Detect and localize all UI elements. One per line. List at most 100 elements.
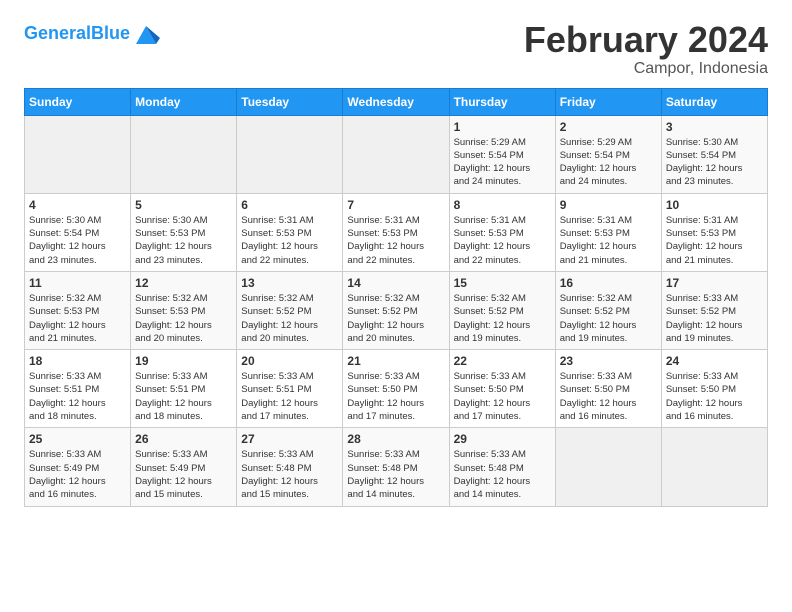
calendar-day-cell: 16 Sunrise: 5:32 AMSunset: 5:52 PMDayligh… (555, 271, 661, 349)
day-number: 25 (29, 432, 126, 446)
day-number: 12 (135, 276, 232, 290)
day-number: 19 (135, 354, 232, 368)
day-number: 6 (241, 198, 338, 212)
day-info: Sunrise: 5:30 AMSunset: 5:54 PMDaylight:… (29, 214, 126, 267)
day-info: Sunrise: 5:33 AMSunset: 5:48 PMDaylight:… (454, 448, 551, 501)
day-info: Sunrise: 5:33 AMSunset: 5:50 PMDaylight:… (666, 370, 763, 423)
day-number: 26 (135, 432, 232, 446)
calendar-day-cell: 24 Sunrise: 5:33 AMSunset: 5:50 PMDayligh… (661, 350, 767, 428)
day-number: 5 (135, 198, 232, 212)
calendar-day-cell: 5 Sunrise: 5:30 AMSunset: 5:53 PMDaylight… (131, 193, 237, 271)
day-info: Sunrise: 5:30 AMSunset: 5:54 PMDaylight:… (666, 136, 763, 189)
logo-text: GeneralBlue (24, 24, 130, 44)
day-number: 17 (666, 276, 763, 290)
day-number: 2 (560, 120, 657, 134)
calendar-day-cell: 25 Sunrise: 5:33 AMSunset: 5:49 PMDayligh… (25, 428, 131, 506)
day-number: 11 (29, 276, 126, 290)
day-info: Sunrise: 5:31 AMSunset: 5:53 PMDaylight:… (347, 214, 444, 267)
day-number: 13 (241, 276, 338, 290)
day-number: 20 (241, 354, 338, 368)
calendar-day-cell: 12 Sunrise: 5:32 AMSunset: 5:53 PMDayligh… (131, 271, 237, 349)
calendar-day-cell (237, 115, 343, 193)
calendar-day-cell: 28Sunrise: 5:33 AMSunset: 5:48 PMDayligh… (343, 428, 449, 506)
day-number: 18 (29, 354, 126, 368)
day-number: 3 (666, 120, 763, 134)
day-number: 29 (454, 432, 551, 446)
calendar-day-cell (343, 115, 449, 193)
day-number: 9 (560, 198, 657, 212)
day-info: Sunrise: 5:33 AMSunset: 5:51 PMDaylight:… (135, 370, 232, 423)
calendar-week-row: 11 Sunrise: 5:32 AMSunset: 5:53 PMDayligh… (25, 271, 768, 349)
day-info: Sunrise: 5:31 AMSunset: 5:53 PMDaylight:… (560, 214, 657, 267)
day-info: Sunrise: 5:31 AMSunset: 5:53 PMDaylight:… (666, 214, 763, 267)
day-header: Saturday (661, 88, 767, 115)
calendar-day-cell: 26 Sunrise: 5:33 AMSunset: 5:49 PMDayligh… (131, 428, 237, 506)
day-info: Sunrise: 5:33 AMSunset: 5:50 PMDaylight:… (454, 370, 551, 423)
calendar-day-cell (661, 428, 767, 506)
calendar-day-cell: 10Sunrise: 5:31 AMSunset: 5:53 PMDayligh… (661, 193, 767, 271)
calendar-header-row: SundayMondayTuesdayWednesdayThursdayFrid… (25, 88, 768, 115)
calendar-body: 1 Sunrise: 5:29 AMSunset: 5:54 PMDaylight… (25, 115, 768, 506)
day-header: Wednesday (343, 88, 449, 115)
day-info: Sunrise: 5:30 AMSunset: 5:53 PMDaylight:… (135, 214, 232, 267)
day-header: Tuesday (237, 88, 343, 115)
calendar-day-cell (25, 115, 131, 193)
day-info: Sunrise: 5:33 AMSunset: 5:49 PMDaylight:… (29, 448, 126, 501)
day-info: Sunrise: 5:33 AMSunset: 5:51 PMDaylight:… (241, 370, 338, 423)
day-header: Sunday (25, 88, 131, 115)
main-title: February 2024 (524, 20, 768, 60)
day-info: Sunrise: 5:32 AMSunset: 5:53 PMDaylight:… (135, 292, 232, 345)
day-info: Sunrise: 5:33 AMSunset: 5:48 PMDaylight:… (241, 448, 338, 501)
calendar-day-cell (131, 115, 237, 193)
day-info: Sunrise: 5:33 AMSunset: 5:51 PMDaylight:… (29, 370, 126, 423)
calendar-week-row: 25 Sunrise: 5:33 AMSunset: 5:49 PMDayligh… (25, 428, 768, 506)
day-info: Sunrise: 5:32 AMSunset: 5:52 PMDaylight:… (347, 292, 444, 345)
day-info: Sunrise: 5:32 AMSunset: 5:53 PMDaylight:… (29, 292, 126, 345)
day-info: Sunrise: 5:29 AMSunset: 5:54 PMDaylight:… (454, 136, 551, 189)
calendar-day-cell: 21 Sunrise: 5:33 AMSunset: 5:50 PMDayligh… (343, 350, 449, 428)
calendar-day-cell: 11 Sunrise: 5:32 AMSunset: 5:53 PMDayligh… (25, 271, 131, 349)
day-number: 4 (29, 198, 126, 212)
day-number: 16 (560, 276, 657, 290)
calendar-day-cell: 6 Sunrise: 5:31 AMSunset: 5:53 PMDaylight… (237, 193, 343, 271)
day-header: Monday (131, 88, 237, 115)
calendar-day-cell: 14 Sunrise: 5:32 AMSunset: 5:52 PMDayligh… (343, 271, 449, 349)
day-number: 7 (347, 198, 444, 212)
calendar-week-row: 1 Sunrise: 5:29 AMSunset: 5:54 PMDaylight… (25, 115, 768, 193)
logo-icon (132, 20, 160, 48)
subtitle: Campor, Indonesia (524, 60, 768, 78)
day-header: Friday (555, 88, 661, 115)
calendar-day-cell: 4 Sunrise: 5:30 AMSunset: 5:54 PMDaylight… (25, 193, 131, 271)
calendar-week-row: 4 Sunrise: 5:30 AMSunset: 5:54 PMDaylight… (25, 193, 768, 271)
calendar-day-cell: 22Sunrise: 5:33 AMSunset: 5:50 PMDayligh… (449, 350, 555, 428)
header: GeneralBlue February 2024 Campor, Indone… (24, 20, 768, 78)
day-number: 21 (347, 354, 444, 368)
day-info: Sunrise: 5:33 AMSunset: 5:48 PMDaylight:… (347, 448, 444, 501)
day-info: Sunrise: 5:33 AMSunset: 5:52 PMDaylight:… (666, 292, 763, 345)
day-number: 8 (454, 198, 551, 212)
calendar-day-cell: 8Sunrise: 5:31 AMSunset: 5:53 PMDaylight… (449, 193, 555, 271)
calendar-day-cell: 19 Sunrise: 5:33 AMSunset: 5:51 PMDayligh… (131, 350, 237, 428)
calendar-day-cell: 2Sunrise: 5:29 AMSunset: 5:54 PMDaylight… (555, 115, 661, 193)
logo: GeneralBlue (24, 20, 160, 48)
day-info: Sunrise: 5:33 AMSunset: 5:49 PMDaylight:… (135, 448, 232, 501)
day-info: Sunrise: 5:32 AMSunset: 5:52 PMDaylight:… (560, 292, 657, 345)
day-number: 24 (666, 354, 763, 368)
day-info: Sunrise: 5:33 AMSunset: 5:50 PMDaylight:… (347, 370, 444, 423)
day-number: 14 (347, 276, 444, 290)
calendar-table: SundayMondayTuesdayWednesdayThursdayFrid… (24, 88, 768, 507)
calendar-day-cell: 1 Sunrise: 5:29 AMSunset: 5:54 PMDaylight… (449, 115, 555, 193)
day-number: 27 (241, 432, 338, 446)
calendar-day-cell: 3 Sunrise: 5:30 AMSunset: 5:54 PMDaylight… (661, 115, 767, 193)
day-number: 1 (454, 120, 551, 134)
calendar-day-cell: 27 Sunrise: 5:33 AMSunset: 5:48 PMDayligh… (237, 428, 343, 506)
calendar-day-cell: 23Sunrise: 5:33 AMSunset: 5:50 PMDayligh… (555, 350, 661, 428)
day-header: Thursday (449, 88, 555, 115)
calendar-day-cell: 15 Sunrise: 5:32 AMSunset: 5:52 PMDayligh… (449, 271, 555, 349)
day-info: Sunrise: 5:32 AMSunset: 5:52 PMDaylight:… (454, 292, 551, 345)
day-info: Sunrise: 5:33 AMSunset: 5:50 PMDaylight:… (560, 370, 657, 423)
day-info: Sunrise: 5:31 AMSunset: 5:53 PMDaylight:… (241, 214, 338, 267)
day-number: 15 (454, 276, 551, 290)
calendar-day-cell: 7 Sunrise: 5:31 AMSunset: 5:53 PMDaylight… (343, 193, 449, 271)
calendar-day-cell: 20 Sunrise: 5:33 AMSunset: 5:51 PMDayligh… (237, 350, 343, 428)
